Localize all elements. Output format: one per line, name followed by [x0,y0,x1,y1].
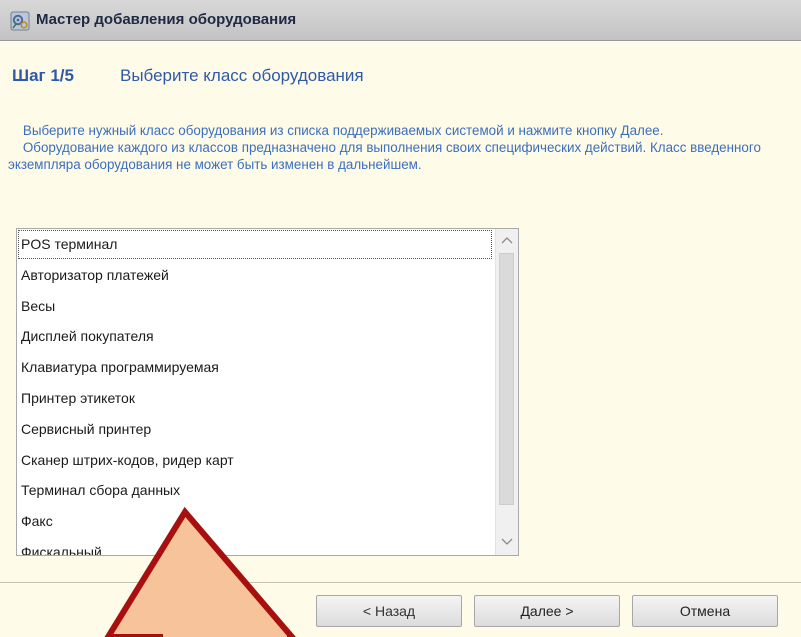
list-item-fiscal[interactable]: Фискальный [17,537,493,555]
window-title: Мастер добавления оборудования [36,11,297,28]
back-button[interactable]: < Назад [316,595,462,627]
scrollbar-thumb[interactable] [499,253,514,505]
equipment-class-items: POS терминал Авторизатор платежей Весы Д… [17,229,493,555]
step-indicator: Шаг 1/5 [12,66,74,85]
chevron-down-icon[interactable] [496,533,518,553]
chevron-up-icon[interactable] [496,231,518,251]
step-title: Выберите класс оборудования [120,66,364,85]
list-item-data-terminal[interactable]: Терминал сбора данных [17,475,493,506]
list-item-payment-authorizer[interactable]: Авторизатор платежей [17,260,493,291]
cancel-button[interactable]: Отмена [632,595,778,627]
instructions-paragraph-2: Оборудование каждого из классов предназн… [8,140,765,172]
list-item-label-printer[interactable]: Принтер этикеток [17,383,493,414]
list-item-service-printer[interactable]: Сервисный принтер [17,414,493,445]
list-item-pos-terminal[interactable]: POS терминал [17,229,493,260]
list-item-programmable-keyboard[interactable]: Клавиатура программируемая [17,352,493,383]
list-item-customer-display[interactable]: Дисплей покупателя [17,321,493,352]
instructions-paragraph-1: Выберите нужный класс оборудования из сп… [8,123,664,138]
list-item-fax[interactable]: Факс [17,506,493,537]
list-item-barcode-scanner[interactable]: Сканер штрих-кодов, ридер карт [17,445,493,476]
list-item-scales[interactable]: Весы [17,291,493,322]
title-bar[interactable]: Мастер добавления оборудования [0,0,801,41]
next-button[interactable]: Далее > [474,595,620,627]
footer-divider [0,582,801,584]
list-scrollbar[interactable] [495,229,518,555]
gear-wizard-icon [10,11,30,31]
wizard-window: Мастер добавления оборудования Шаг 1/5 В… [0,0,801,637]
equipment-class-list[interactable]: POS терминал Авторизатор платежей Весы Д… [16,228,519,556]
instructions-text: Выберите нужный класс оборудования из сп… [8,122,798,173]
